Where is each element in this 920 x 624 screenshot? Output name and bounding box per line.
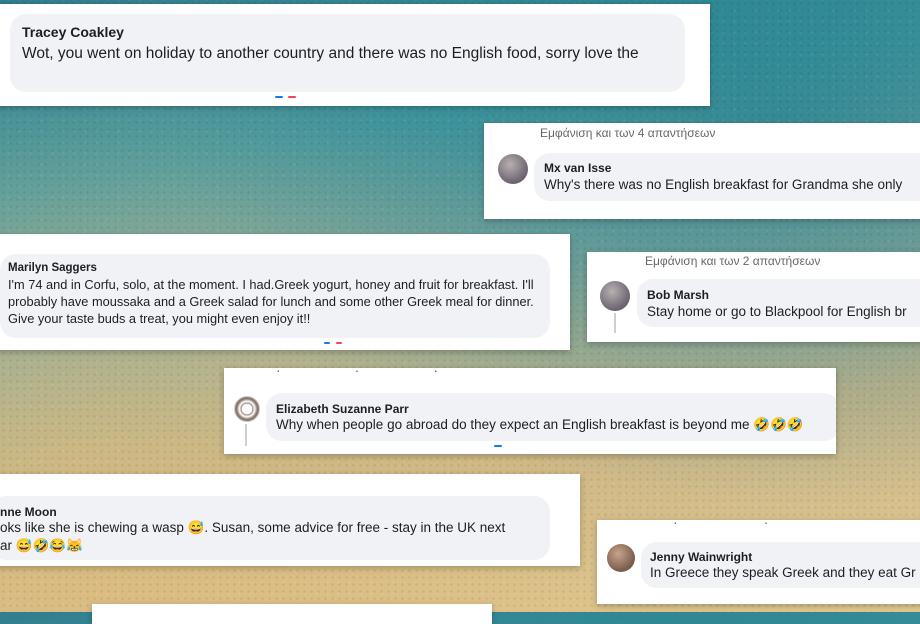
- comment-bubble: Elizabeth Suzanne Parr Why when people g…: [266, 393, 836, 441]
- comment-text: Why when people go abroad do they expect…: [276, 417, 804, 432]
- reaction-indicator: [324, 342, 330, 344]
- comment-card-tracey: Tracey Coakley Wot, you went on holiday …: [0, 4, 710, 106]
- commenter-name[interactable]: nne Moon: [0, 505, 57, 519]
- commenter-name[interactable]: Mx van Isse: [544, 161, 611, 175]
- comment-bubble: Marilyn Saggers I'm 74 and in Corfu, sol…: [0, 254, 550, 338]
- comment-card-moon: nne Moon oks like she is chewing a wasp …: [0, 474, 580, 566]
- comment-card-mx-van-isse: Εμφάνιση και των 4 απαντήσεων Mx van Iss…: [484, 123, 920, 219]
- comment-card-bob-marsh: Εμφάνιση και των 2 απαντήσεων Bob Marsh …: [587, 252, 920, 342]
- reaction-indicator: [336, 342, 342, 344]
- view-replies-link[interactable]: Εμφάνιση και των 4 απαντήσεων: [540, 126, 715, 140]
- reaction-indicator: [494, 445, 502, 447]
- avatar[interactable]: [607, 544, 635, 572]
- comment-text: Why's there was no English breakfast for…: [544, 177, 903, 192]
- reply-dots: ···: [276, 368, 512, 378]
- comment-bubble: nne Moon oks like she is chewing a wasp …: [0, 496, 550, 560]
- comment-bubble: Jenny Wainwright In Greece they speak Gr…: [641, 542, 920, 588]
- comment-bubble: Mx van Isse Why's there was no English b…: [534, 153, 920, 201]
- commenter-name[interactable]: Tracey Coakley: [22, 24, 124, 40]
- comment-text: Stay home or go to Blackpool for English…: [647, 304, 907, 319]
- comment-text-continued: ar 😅🤣😂😹: [0, 538, 83, 553]
- reaction-indicator: [288, 96, 296, 98]
- avatar[interactable]: [600, 281, 630, 311]
- comment-bubble: Tracey Coakley Wot, you went on holiday …: [10, 14, 685, 92]
- avatar[interactable]: [498, 154, 528, 184]
- comment-text: Wot, you went on holiday to another coun…: [22, 45, 639, 62]
- commenter-name[interactable]: Marilyn Saggers: [8, 262, 97, 274]
- commenter-name[interactable]: Jenny Wainwright: [650, 550, 752, 564]
- reply-thread-line: [245, 424, 247, 446]
- reaction-indicator: [275, 96, 283, 98]
- comment-card-marilyn: Marilyn Saggers I'm 74 and in Corfu, sol…: [0, 234, 570, 350]
- view-replies-link[interactable]: Εμφάνιση και των 2 απαντήσεων: [645, 254, 820, 268]
- comment-bubble: Bob Marsh Stay home or go to Blackpool f…: [637, 279, 920, 327]
- comment-card-elizabeth: ··· Elizabeth Suzanne Parr Why when peop…: [224, 368, 836, 454]
- commenter-name[interactable]: Bob Marsh: [647, 288, 709, 302]
- comment-text: I'm 74 and in Corfu, solo, at the moment…: [8, 277, 534, 326]
- comment-text: In Greece they speak Greek and they eat …: [650, 565, 916, 580]
- commenter-name[interactable]: Elizabeth Suzanne Parr: [276, 402, 409, 416]
- comment-card-jenny: ·· Jenny Wainwright In Greece they speak…: [597, 520, 920, 604]
- comment-card-partial: [92, 604, 492, 624]
- reply-dots: ··: [673, 520, 855, 530]
- avatar[interactable]: [234, 396, 260, 422]
- comment-text: oks like she is chewing a wasp 😅. Susan,…: [0, 520, 506, 535]
- reply-thread-line: [614, 313, 616, 333]
